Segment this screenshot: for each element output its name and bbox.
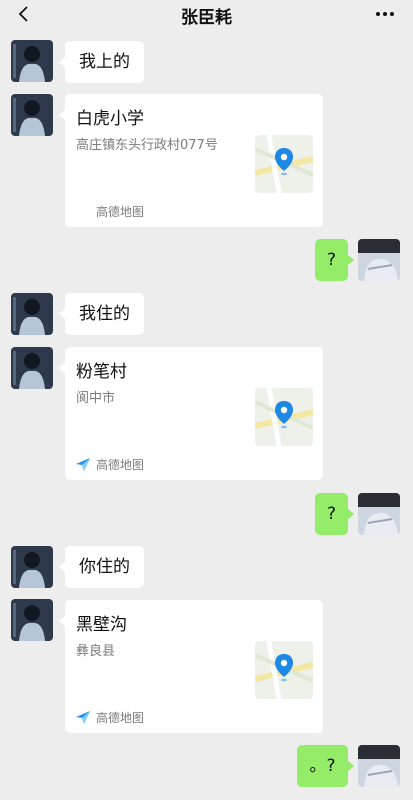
my-avatar[interactable] — [358, 493, 400, 535]
contact-avatar[interactable] — [11, 293, 53, 335]
map-thumbnail — [255, 388, 313, 446]
message-text: ? — [326, 504, 337, 524]
map-thumbnail — [255, 641, 313, 699]
amap-logo-icon — [76, 458, 90, 471]
location-name: 白虎小学 — [76, 109, 144, 129]
map-thumbnail — [255, 135, 313, 193]
map-source: 高德地图 — [75, 455, 144, 473]
my-message-bubble[interactable]: ? — [315, 493, 354, 535]
map-source: 高德地图 — [75, 708, 144, 726]
map-source-label: 高德地图 — [96, 457, 145, 472]
message-text: 。? — [309, 756, 336, 776]
location-card[interactable]: 粉笔村 阆中市 高德地图 — [59, 347, 323, 480]
location-name: 粉笔村 — [76, 362, 127, 382]
chat-title: 张臣耗 — [181, 7, 232, 28]
message-bubble[interactable]: 我住的 — [59, 293, 144, 335]
contact-avatar[interactable] — [11, 347, 53, 389]
contact-avatar[interactable] — [11, 94, 53, 136]
map-source: 高德地图 — [75, 202, 144, 220]
my-avatar[interactable] — [358, 745, 400, 787]
my-message-bubble[interactable]: 。? — [297, 745, 354, 787]
message-text: 你住的 — [79, 557, 130, 577]
location-name: 黑壁沟 — [76, 615, 127, 635]
location-address: 高庄镇东头行政村077号 — [76, 138, 218, 153]
my-message-bubble[interactable]: ? — [315, 239, 354, 281]
location-address: 阆中市 — [76, 391, 116, 406]
contact-avatar[interactable] — [11, 599, 53, 641]
map-source-label: 高德地图 — [96, 204, 145, 219]
contact-avatar[interactable] — [11, 546, 53, 588]
map-source-label: 高德地图 — [96, 710, 145, 725]
location-card[interactable]: 黑壁沟 彝良县 高德地图 — [59, 600, 323, 733]
message-bubble[interactable]: 我上的 — [59, 41, 144, 83]
back-arrow-icon[interactable] — [14, 4, 34, 24]
more-options-icon[interactable] — [375, 11, 395, 17]
location-card[interactable]: 白虎小学 高庄镇东头行政村077号 高德地图 — [59, 94, 323, 227]
message-text: 我上的 — [79, 52, 130, 72]
location-address: 彝良县 — [76, 644, 116, 659]
contact-avatar[interactable] — [11, 40, 53, 82]
message-text: ? — [326, 250, 337, 270]
my-avatar[interactable] — [358, 239, 400, 281]
chat-header: 张臣耗 — [0, 0, 413, 30]
amap-logo-icon — [76, 711, 90, 724]
message-text: 我住的 — [79, 304, 130, 324]
message-bubble[interactable]: 你住的 — [59, 546, 144, 588]
